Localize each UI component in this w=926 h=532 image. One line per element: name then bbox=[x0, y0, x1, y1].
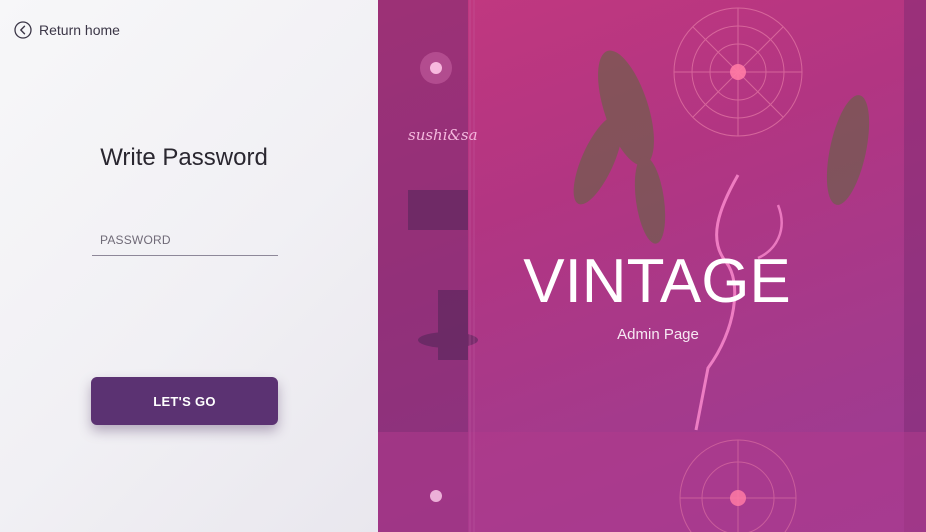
brand-subtitle: Admin Page bbox=[617, 326, 699, 343]
login-panel: Return home Write Password LET'S GO bbox=[0, 0, 378, 532]
login-page: Return home Write Password LET'S GO sush… bbox=[0, 0, 926, 532]
return-home-label: Return home bbox=[39, 22, 120, 38]
brand-title: VINTAGE bbox=[523, 247, 791, 316]
neon-sign-text: sushi&sa bbox=[408, 126, 478, 144]
hero-panel: sushi&sa VINTAGE Admin Page bbox=[378, 0, 926, 532]
password-input[interactable] bbox=[92, 225, 278, 256]
form-title: Write Password bbox=[100, 144, 268, 171]
return-home-link[interactable]: Return home bbox=[14, 21, 120, 39]
lets-go-button[interactable]: LET'S GO bbox=[91, 377, 278, 425]
chevron-left-circle-icon bbox=[14, 21, 32, 39]
